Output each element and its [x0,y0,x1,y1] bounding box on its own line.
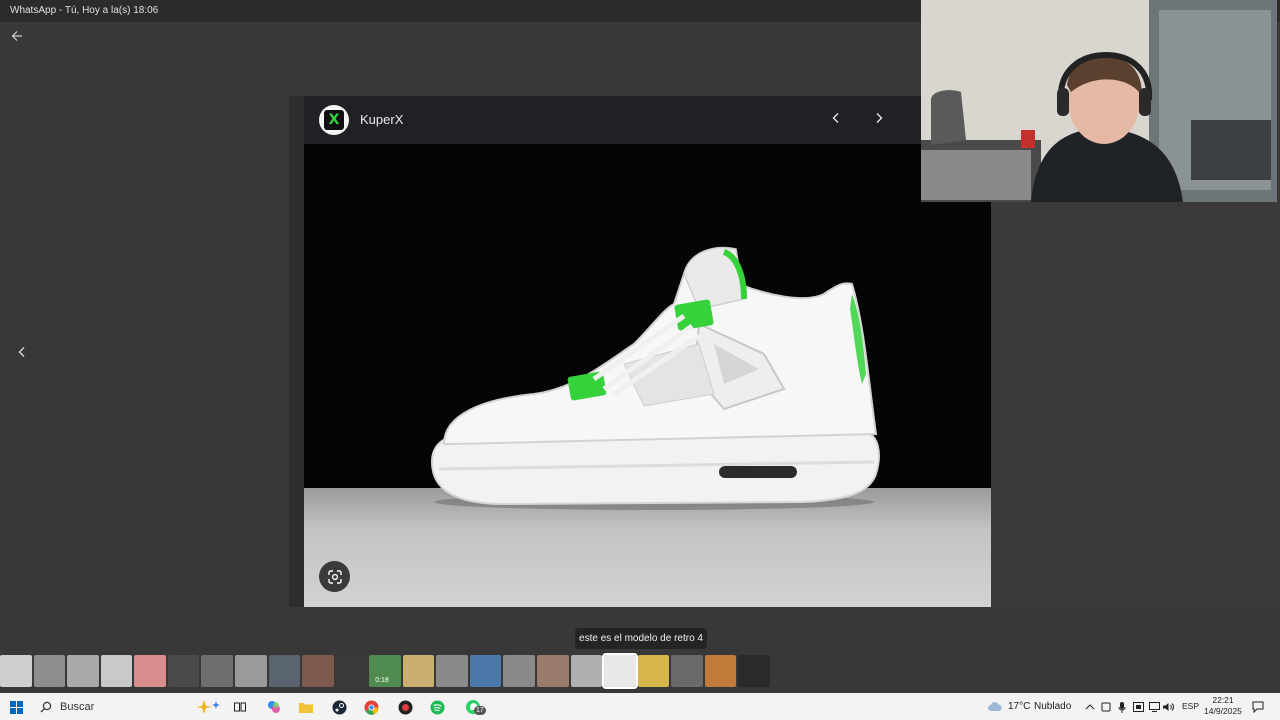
video-duration-badge: 0:18 [375,677,389,684]
chevron-left-icon [832,113,839,123]
thumbnail-strip: 0:18 [0,653,770,689]
chevron-up-icon [1085,704,1095,710]
record-app-icon [398,700,412,714]
card-edge [289,96,304,607]
webcam-overlay [921,0,1277,202]
google-lens-button[interactable] [319,561,350,592]
media-thumbnail[interactable] [602,653,638,689]
card-header: X KuperX [304,96,991,144]
microphone-icon [1118,701,1126,713]
media-thumbnail[interactable] [234,655,267,687]
tray-app-icon [1101,702,1111,712]
sender-name: KuperX [360,112,404,127]
media-thumbnail[interactable] [503,655,535,687]
cloud-icon [988,702,1002,711]
media-thumbnail[interactable] [335,655,368,687]
card-next-button[interactable] [867,108,891,132]
whatsapp-media-viewer: WhatsApp - Tú, Hoy a la(s) 18:06 X Kuper… [0,0,1280,720]
tray-app-icon [1132,702,1144,712]
media-thumbnail[interactable] [268,655,301,687]
search-placeholder: Buscar [60,700,95,713]
weather-widget[interactable] [986,697,1004,717]
weather-description: Nublado [1034,701,1072,712]
network-icon [1148,702,1160,712]
windows-taskbar: Buscar 17 17°C Nublado ESP 22:21 14/9/20… [0,693,1280,720]
file-explorer-button[interactable] [297,697,315,717]
media-thumbnail[interactable]: 0:18 [369,655,401,687]
task-view-button[interactable] [231,697,249,717]
microphone-tray-button[interactable] [1115,697,1129,717]
spotify-icon [430,700,444,714]
media-thumbnail[interactable] [402,655,435,687]
google-lens-icon [327,569,342,584]
chevron-left-icon [18,347,25,357]
chrome-button[interactable] [362,697,380,717]
clock-time: 22:21 [1212,695,1234,705]
task-view-icon [234,702,246,712]
media-thumbnail[interactable] [738,655,770,687]
copilot-app-button[interactable] [265,697,283,717]
notifications-button[interactable] [1250,697,1266,717]
speaker-icon [1163,703,1174,711]
media-thumbnail[interactable] [134,655,166,687]
media-thumbnail[interactable] [0,655,32,687]
media-thumbnail[interactable] [436,655,468,687]
media-thumbnail[interactable] [704,655,737,687]
media-caption-tooltip: este es el modelo de retro 4 [575,628,707,649]
copilot-icon [268,701,280,713]
chrome-icon [364,700,379,715]
media-thumbnail[interactable] [671,655,703,687]
steam-button[interactable] [330,697,348,717]
media-thumbnail[interactable] [637,655,670,687]
media-thumbnail[interactable] [67,655,99,687]
media-thumbnail[interactable] [570,655,603,687]
chevron-right-icon [876,113,883,123]
network-button[interactable] [1147,697,1161,717]
media-thumbnail[interactable] [302,655,334,687]
weather-temperature: 17°C [1008,701,1031,712]
sender-logo-letter: X [324,110,344,130]
arrow-left-icon [11,31,22,41]
tray-icon-2[interactable] [1131,697,1145,717]
media-thumbnail[interactable] [537,655,569,687]
card-prev-button[interactable] [824,108,848,132]
windows-start-icon [9,700,23,714]
media-thumbnail[interactable] [100,655,133,687]
magnifier-icon [40,701,52,712]
clock-date: 14/9/2025 [1204,706,1242,716]
volume-button[interactable] [1162,697,1176,717]
steam-icon [332,700,346,714]
keyboard-language[interactable]: ESP [1182,693,1199,720]
tray-icon-1[interactable] [1099,697,1113,717]
blurred-background [991,202,1280,607]
media-thumbnail[interactable] [33,655,66,687]
media-thumbnail[interactable] [167,655,200,687]
sender-logo: X [319,105,349,135]
webcam-feed-image [921,0,1277,202]
app-button-red[interactable] [396,697,414,717]
folder-icon [299,703,313,713]
whatsapp-taskbar-button[interactable]: 17 [460,697,486,717]
media-thumbnail[interactable] [469,655,502,687]
spotify-button[interactable] [428,697,446,717]
back-button[interactable] [11,30,29,46]
previous-media-button[interactable] [12,344,32,364]
taskbar-search[interactable]: Buscar [32,696,222,717]
sneaker-image [430,246,880,510]
start-button[interactable] [6,697,26,717]
media-thumbnail[interactable] [201,655,233,687]
whatsapp-unread-badge: 17 [474,706,486,715]
sneaker-photo[interactable] [304,144,991,607]
media-image-card: X KuperX [289,96,991,607]
taskbar-clock[interactable]: 22:21 14/9/2025 [1200,695,1246,717]
notification-icon [1252,701,1264,713]
copilot-sparkle-icon [196,699,220,714]
show-hidden-icons-button[interactable] [1083,697,1097,717]
